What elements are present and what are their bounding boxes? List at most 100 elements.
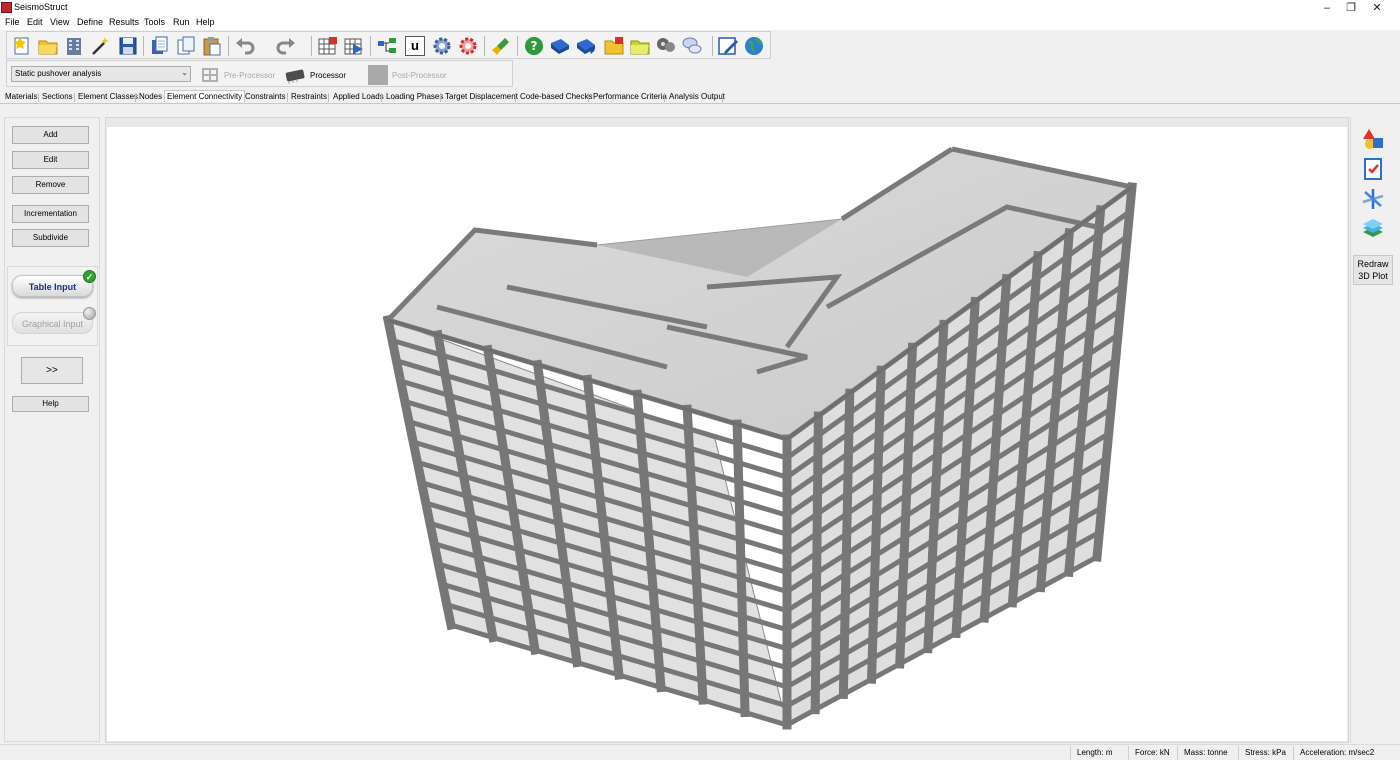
- redo-icon[interactable]: [275, 35, 297, 57]
- checklist-icon[interactable]: [1361, 157, 1385, 181]
- checkmark-icon: ✓: [83, 270, 96, 283]
- processor-button[interactable]: Processor: [284, 64, 346, 86]
- tab-performance-criteria[interactable]: Performance Criteria: [593, 92, 667, 101]
- tab-divider: [74, 93, 75, 102]
- frame-grid-icon[interactable]: [317, 35, 339, 57]
- chat-icon[interactable]: [681, 35, 703, 57]
- tab-target-displacement[interactable]: Target Displacement: [445, 92, 518, 101]
- menu-results[interactable]: Results: [109, 17, 139, 27]
- shapes-icon[interactable]: [1361, 127, 1385, 151]
- tab-element-connectivity[interactable]: Element Connectivity: [164, 90, 246, 102]
- subdivide-button[interactable]: Subdivide: [12, 229, 89, 247]
- menu-tools[interactable]: Tools: [144, 17, 165, 27]
- save-icon[interactable]: [117, 35, 139, 57]
- book-blue-icon[interactable]: [549, 35, 571, 57]
- inactive-dot-icon: [83, 307, 96, 320]
- building-3d-model[interactable]: [107, 127, 1347, 741]
- analysis-type-select[interactable]: Static pushover analysis ⌄: [11, 66, 191, 82]
- units-button[interactable]: u: [405, 36, 425, 56]
- frame-grid-run-icon[interactable]: [343, 35, 365, 57]
- status-divider: [1293, 746, 1294, 760]
- window-title: SeismoStruct: [14, 2, 68, 12]
- folder-examples-icon[interactable]: [629, 35, 651, 57]
- incrementation-button[interactable]: Incrementation: [12, 205, 89, 223]
- module-tabs: Materials Sections Element Classes Nodes…: [0, 90, 1400, 104]
- toolbar-separator: [370, 36, 371, 56]
- new-file-icon[interactable]: [11, 35, 33, 57]
- table-input-button[interactable]: Table Input ✓: [12, 270, 96, 297]
- wizard-wand-icon[interactable]: [89, 35, 111, 57]
- expand-panel-button[interactable]: >>: [21, 357, 83, 384]
- settings-gear-icon[interactable]: [431, 35, 453, 57]
- clean-brush-icon[interactable]: [490, 35, 512, 57]
- menu-view[interactable]: View: [50, 17, 69, 27]
- menu-run[interactable]: Run: [173, 17, 190, 27]
- title-bar: SeismoStruct – ❐ ✕: [0, 0, 1400, 16]
- tab-divider: [38, 93, 39, 102]
- left-command-panel: Add Edit Remove Incrementation Subdivide…: [4, 117, 100, 742]
- edit-pencil-icon[interactable]: [717, 35, 739, 57]
- tab-divider: [440, 93, 441, 102]
- analysis-toolbar: Static pushover analysis ⌄ Pre-Processor…: [6, 60, 513, 87]
- frame-column: [810, 411, 823, 715]
- tab-materials[interactable]: Materials: [5, 92, 37, 101]
- status-acceleration-unit: Acceleration: m/sec2: [1300, 748, 1375, 757]
- menu-help[interactable]: Help: [196, 17, 215, 27]
- tab-loading-phases[interactable]: Loading Phases: [386, 92, 443, 101]
- tab-code-based-checks[interactable]: Code-based Checks: [520, 92, 592, 101]
- help-button[interactable]: Help: [12, 396, 89, 412]
- analysis-type-value: Static pushover analysis: [15, 69, 102, 78]
- tab-nodes[interactable]: Nodes: [139, 92, 162, 101]
- axes-icon[interactable]: [1361, 187, 1385, 211]
- tab-element-classes[interactable]: Element Classes: [78, 92, 138, 101]
- menu-edit[interactable]: Edit: [27, 17, 43, 27]
- menu-define[interactable]: Define: [77, 17, 103, 27]
- layers-icon[interactable]: [1361, 217, 1385, 241]
- globe-icon[interactable]: [743, 35, 765, 57]
- post-processor-icon: [368, 65, 388, 85]
- settings-gear-red-icon[interactable]: [457, 35, 479, 57]
- structure-nodes-icon[interactable]: [376, 35, 398, 57]
- 3d-model-viewport[interactable]: [107, 127, 1347, 741]
- processor-label: Processor: [310, 70, 347, 80]
- copy-pages-icon[interactable]: [175, 35, 197, 57]
- building-icon[interactable]: [63, 35, 85, 57]
- undo-icon[interactable]: [234, 35, 256, 57]
- open-folder-icon[interactable]: [37, 35, 59, 57]
- book-tutorial-icon[interactable]: [575, 35, 597, 57]
- tab-applied-loads[interactable]: Applied Loads: [333, 92, 384, 101]
- film-reel-icon[interactable]: [655, 35, 677, 57]
- edit-button[interactable]: Edit: [12, 151, 89, 169]
- menu-file[interactable]: File: [5, 17, 20, 27]
- copy-icon[interactable]: [149, 35, 171, 57]
- tab-restraints[interactable]: Restraints: [291, 92, 327, 101]
- tab-divider: [381, 93, 382, 102]
- app-window: SeismoStruct – ❐ ✕ File Edit View Define…: [0, 0, 1400, 760]
- tab-constraints[interactable]: Constraints: [245, 92, 285, 101]
- remove-button[interactable]: Remove: [12, 176, 89, 194]
- close-button[interactable]: ✕: [1354, 0, 1400, 16]
- tab-sections[interactable]: Sections: [42, 92, 73, 101]
- status-divider: [1070, 746, 1071, 760]
- pre-processor-icon: [202, 68, 218, 82]
- status-divider: [1238, 746, 1239, 760]
- toolbar-separator: [143, 36, 144, 56]
- tab-divider: [515, 93, 516, 102]
- toolbar-separator: [228, 36, 229, 56]
- table-input-label: Table Input: [28, 282, 77, 292]
- add-button[interactable]: Add: [12, 126, 89, 144]
- right-tool-panel: Redraw 3D Plot: [1350, 117, 1396, 743]
- tab-analysis-output[interactable]: Analysis Output: [669, 92, 725, 101]
- graphical-input-button[interactable]: Graphical Input: [12, 307, 96, 334]
- help-icon[interactable]: ?: [523, 35, 545, 57]
- status-force-unit: Force: kN: [1135, 748, 1170, 757]
- pre-processor-button[interactable]: Pre-Processor: [200, 64, 275, 86]
- status-mass-unit: Mass: tonne: [1184, 748, 1228, 757]
- folder-star-icon[interactable]: [603, 35, 625, 57]
- tab-divider: [722, 93, 723, 102]
- paste-icon[interactable]: [201, 35, 223, 57]
- post-processor-button[interactable]: Post-Processor: [368, 64, 447, 86]
- redraw-3d-plot-button[interactable]: Redraw 3D Plot: [1353, 255, 1393, 285]
- tab-divider: [664, 93, 665, 102]
- chevron-down-icon: ⌄: [181, 68, 188, 77]
